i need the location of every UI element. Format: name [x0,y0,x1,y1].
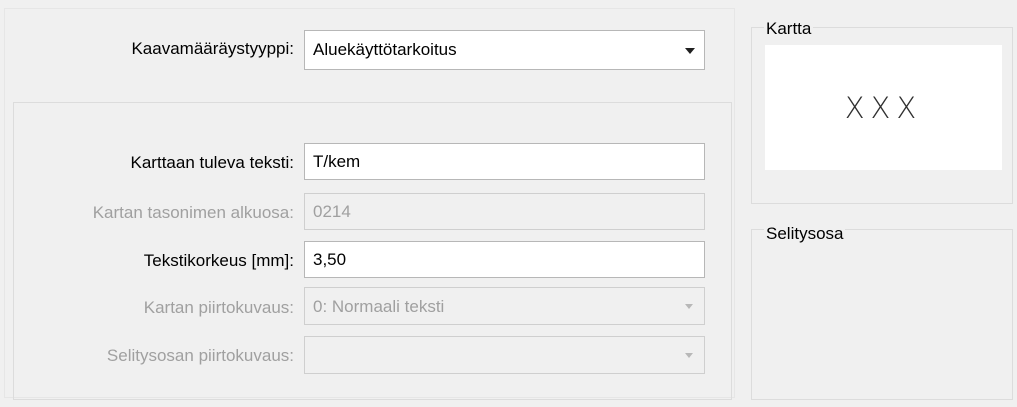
rule-type-select[interactable]: Aluekäyttötarkoitus [304,30,705,70]
map-text-value: T/kem [313,152,361,171]
rule-type-label: Kaavamääräystyyppi: [131,39,294,58]
legend-preview-title: Selitysosa [764,224,846,244]
text-height-input[interactable]: 3,50 [304,241,705,278]
rule-type-value: Aluekäyttötarkoitus [313,40,457,59]
legend-style-select [304,336,705,374]
chevron-down-icon [685,304,693,309]
map-text-label: Karttaan tuleva teksti: [130,153,294,172]
layer-prefix-input: 0214 [304,193,705,230]
map-preview-text: XXX [844,90,923,125]
text-height-value: 3,50 [313,250,347,269]
text-height-label: Tekstikorkeus [mm]: [143,251,294,270]
chevron-down-icon [685,353,693,358]
chevron-down-icon[interactable] [685,48,695,54]
legend-style-label: Selitysosan piirtokuvaus: [106,346,294,365]
legend-preview-group [751,229,1013,400]
layer-prefix-label: Kartan tasonimen alkuosa: [92,203,294,222]
map-style-select: 0: Normaali teksti [304,287,705,325]
map-preview-title: Kartta [764,19,814,39]
map-style-label: Kartan piirtokuvaus: [143,298,294,317]
map-preview-canvas: XXX [765,45,1002,170]
map-style-value: 0: Normaali teksti [313,297,445,316]
map-text-input[interactable]: T/kem [304,143,705,180]
layer-prefix-value: 0214 [313,202,351,221]
